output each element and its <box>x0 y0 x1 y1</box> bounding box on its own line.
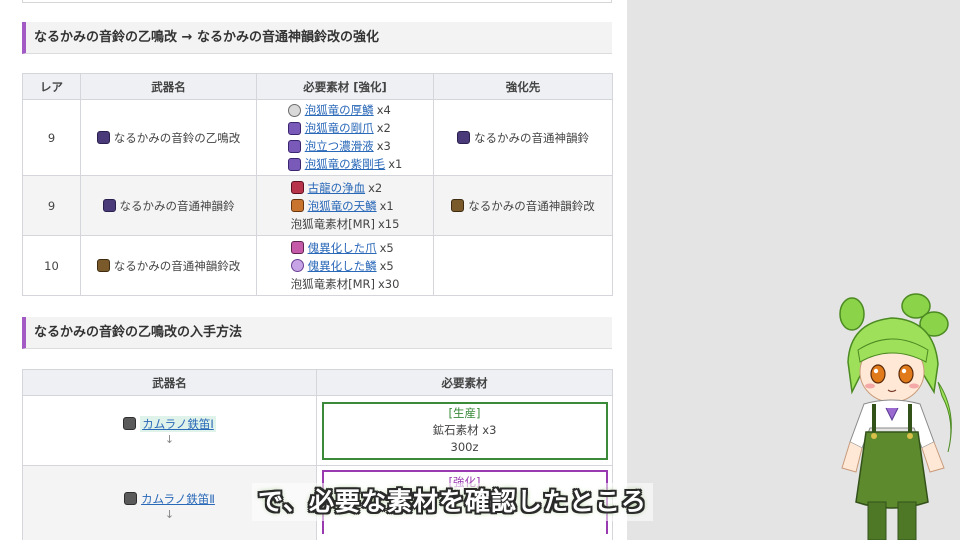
materials-cell: 泡狐竜の厚鱗 x4 泡狐竜の剛爪 x2 泡立つ濃滑液 x3 泡狐竜の紫剛毛 x1 <box>256 99 434 176</box>
material-link[interactable]: 泡立つ濃滑液 <box>305 138 374 154</box>
previous-table-fragment <box>22 0 612 3</box>
rarity-cell: 9 <box>22 175 81 236</box>
material-text: 鉱石素材 x3 <box>432 423 497 437</box>
rarity-cell: 9 <box>22 99 81 176</box>
target-name: なるかみの音通神韻鈴 <box>474 130 589 145</box>
header-materials: 必要素材 [強化] <box>256 73 434 100</box>
weapon-cell: なるかみの音通神韻鈴改 <box>80 235 257 296</box>
video-subtitle: で、必要な素材を確認したところ <box>252 483 654 521</box>
hair-icon <box>287 157 301 171</box>
material-qty: x3 <box>376 139 391 154</box>
hunting-horn-icon <box>124 492 138 505</box>
material-link[interactable]: 傀異化した鱗 <box>308 258 377 274</box>
scale-icon <box>290 259 304 272</box>
materials-cell: 傀異化した爪 x5 傀異化した鱗 x5 泡狐竜素材[MR] x30 <box>256 235 434 296</box>
material-qty: x1 <box>388 157 403 172</box>
cost-text: 300z <box>450 440 479 454</box>
table-header-row: レア 武器名 必要素材 [強化] 強化先 <box>22 73 613 100</box>
wiki-page: なるかみの音鈴の乙鳴改 → なるかみの音通神韻鈴改の強化 レア 武器名 必要素材… <box>0 0 627 540</box>
hunting-horn-icon <box>457 131 470 144</box>
table-row: 9 なるかみの音通神韻鈴 古龍の浄血 x2 泡狐竜の天鱗 x1 泡狐竜素材[MR] x… <box>22 175 613 236</box>
material-qty: x5 <box>379 258 394 273</box>
material-qty: x2 <box>376 121 391 136</box>
hunting-horn-icon <box>451 199 465 212</box>
section-heading-obtain: なるかみの音鈴の乙鳴改の入手方法 <box>22 317 612 349</box>
target-cell: なるかみの音通神韻鈴改 <box>433 175 613 236</box>
materials-cell: [生産] 鉱石素材 x3 300z <box>316 395 613 466</box>
enhance-table: レア 武器名 必要素材 [強化] 強化先 9 なるかみの音鈴の乙鳴改 泡狐竜の厚… <box>22 73 613 296</box>
header-rarity: レア <box>22 73 81 100</box>
material-link[interactable]: 泡狐竜の剛爪 <box>305 120 374 136</box>
produce-tag: [生産] <box>448 406 481 420</box>
hunting-horn-icon <box>102 199 116 212</box>
table-header-row: 武器名 必要素材 <box>22 369 613 396</box>
weapon-link[interactable]: カムラノ鉄笛Ⅰ <box>140 415 216 432</box>
blood-icon <box>290 181 304 194</box>
hunting-horn-icon <box>96 259 110 272</box>
weapon-name: なるかみの音通神韻鈴 <box>119 198 235 213</box>
fluid-icon <box>287 139 301 153</box>
target-cell <box>433 235 613 296</box>
table-row: カムラノ鉄笛Ⅰ ↓ [生産] 鉱石素材 x3 300z <box>22 395 613 466</box>
material-link[interactable]: 泡狐竜の厚鱗 <box>305 102 374 118</box>
hunting-horn-icon <box>96 131 110 144</box>
material-qty: x1 <box>379 198 394 213</box>
material-qty: x30 <box>377 276 400 291</box>
material-link[interactable]: 傀異化した爪 <box>308 240 377 256</box>
header-target: 強化先 <box>433 73 613 100</box>
material-link[interactable]: 古龍の浄血 <box>308 180 366 196</box>
material-qty: x2 <box>368 180 383 195</box>
header-weapon: 武器名 <box>80 73 257 100</box>
target-name: なるかみの音通神韻鈴改 <box>468 198 595 213</box>
weapon-name: なるかみの音鈴の乙鳴改 <box>113 130 241 145</box>
header-weapon: 武器名 <box>22 369 317 396</box>
mascot-character <box>839 293 952 540</box>
claw-icon <box>290 241 304 254</box>
material-link[interactable]: 泡狐竜の紫剛毛 <box>305 156 386 172</box>
weapon-cell: なるかみの音通神韻鈴 <box>80 175 257 236</box>
material-text: 泡狐竜素材[MR] <box>290 216 375 231</box>
material-qty: x4 <box>376 103 391 118</box>
down-arrow-icon: ↓ <box>164 432 175 446</box>
section-heading-enhance: なるかみの音鈴の乙鳴改 → なるかみの音通神韻鈴改の強化 <box>22 22 612 54</box>
weapon-cell: カムラノ鉄笛Ⅰ ↓ <box>22 395 317 466</box>
weapon-name: なるかみの音通神韻鈴改 <box>113 258 241 273</box>
material-text: 泡狐竜素材[MR] <box>290 276 375 291</box>
claw-icon <box>287 121 301 135</box>
weapon-cell: なるかみの音鈴の乙鳴改 <box>80 99 257 176</box>
table-row: 10 なるかみの音通神韻鈴改 傀異化した爪 x5 傀異化した鱗 x5 泡狐竜素材[M… <box>22 235 613 296</box>
header-materials: 必要素材 <box>316 369 613 396</box>
weapon-link[interactable]: カムラノ鉄笛Ⅱ <box>141 491 215 507</box>
scale-icon <box>287 103 301 117</box>
target-cell: なるかみの音通神韻鈴 <box>433 99 613 176</box>
table-row: 9 なるかみの音鈴の乙鳴改 泡狐竜の厚鱗 x4 泡狐竜の剛爪 x2 泡立つ濃滑液 x3… <box>22 99 613 176</box>
rarity-cell: 10 <box>22 235 81 296</box>
material-qty: x5 <box>379 240 394 255</box>
produce-box: [生産] 鉱石素材 x3 300z <box>321 401 608 460</box>
material-link[interactable]: 泡狐竜の天鱗 <box>308 198 377 214</box>
materials-cell: 古龍の浄血 x2 泡狐竜の天鱗 x1 泡狐竜素材[MR] x15 <box>256 175 434 236</box>
gem-icon <box>290 199 304 212</box>
material-qty: x15 <box>377 216 400 231</box>
hunting-horn-icon <box>123 417 137 430</box>
